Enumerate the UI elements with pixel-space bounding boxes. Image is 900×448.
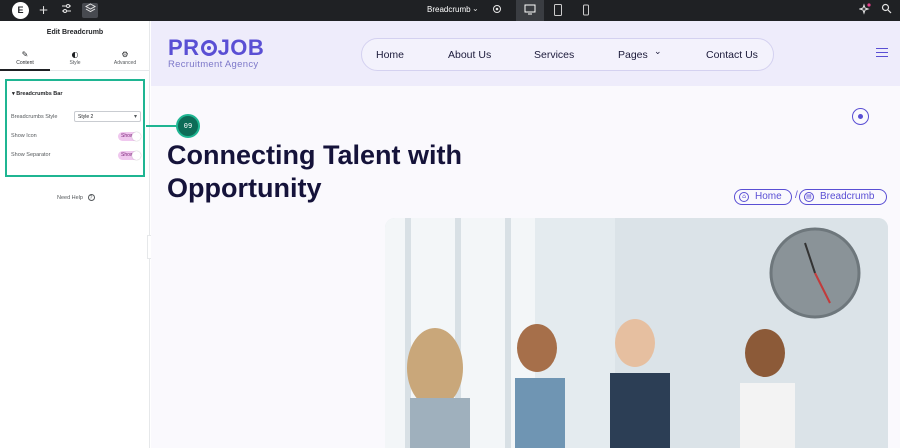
breadcrumbs-style-label: Breadcrumbs Style xyxy=(11,114,58,120)
section-title[interactable]: ▾ Breadcrumbs Bar xyxy=(12,91,62,97)
hero-title-line: Connecting Talent with xyxy=(167,140,462,170)
breadcrumb-separator: / xyxy=(795,190,798,201)
hero-image xyxy=(385,218,888,448)
structure-layers-icon[interactable] xyxy=(82,3,98,18)
page-preview: PR JOB Recruitment Agency Home About Us S… xyxy=(151,21,900,448)
pencil-icon: ✎ xyxy=(21,50,29,59)
breadcrumb-current[interactable]: ▤ Breadcrumb xyxy=(799,189,887,205)
notifications-sparkle-icon[interactable] xyxy=(857,3,872,18)
breadcrumbs-style-select[interactable]: Style 2 ▾ xyxy=(74,111,141,122)
show-icon-label: Show Icon xyxy=(11,133,37,139)
scroll-dot-button[interactable] xyxy=(852,108,869,125)
tab-label: Content xyxy=(16,60,34,66)
breadcrumb-home[interactable]: ⌂ Home xyxy=(734,189,792,205)
page-settings-icon[interactable] xyxy=(489,3,504,18)
hamburger-menu-icon[interactable] xyxy=(876,48,888,60)
nav-services[interactable]: Services xyxy=(534,49,574,61)
show-icon-toggle[interactable]: Show xyxy=(118,132,141,141)
desktop-view-icon[interactable] xyxy=(516,0,544,21)
nav-pages[interactable]: Pages xyxy=(618,49,648,61)
nav-about-us[interactable]: About Us xyxy=(448,49,491,61)
home-icon: ⌂ xyxy=(739,192,749,202)
help-icon: ? xyxy=(87,194,95,201)
need-help-link[interactable]: Need Help ? xyxy=(57,194,95,201)
search-icon[interactable] xyxy=(879,3,894,18)
callout-connector xyxy=(146,125,176,127)
hero-photo-illustration xyxy=(385,218,888,448)
editor-app: E + Breadcrumb ⌄ Edit Breadcrumb ✎ Conte… xyxy=(0,0,900,448)
editor-topbar: E + Breadcrumb ⌄ xyxy=(0,0,900,21)
gear-icon: ⚙ xyxy=(121,50,129,59)
site-header: PR JOB Recruitment Agency Home About Us S… xyxy=(151,21,900,86)
tab-advanced[interactable]: ⚙ Advanced xyxy=(100,46,150,71)
brand-tagline: Recruitment Agency xyxy=(168,59,259,70)
select-value: Style 2 xyxy=(78,114,94,120)
breadcrumbs-bar-section: ▾ Breadcrumbs Bar Breadcrumbs Style Styl… xyxy=(5,79,145,177)
nav-home[interactable]: Home xyxy=(376,49,404,61)
show-separator-toggle[interactable]: Show xyxy=(118,151,141,160)
brand-name-part: PR xyxy=(168,35,200,60)
hero-title: Connecting Talent with Opportunity xyxy=(167,139,547,205)
site-logo[interactable]: PR JOB Recruitment Agency xyxy=(168,37,264,71)
page-icon: ▤ xyxy=(804,192,814,202)
breadcrumb-label: Breadcrumb xyxy=(820,191,875,202)
breadcrumb-label: Home xyxy=(755,191,782,202)
contrast-icon: ◐ xyxy=(71,50,79,59)
logo-o-icon xyxy=(200,40,217,56)
chevron-down-icon[interactable]: ⌄ xyxy=(654,47,662,57)
chevron-down-icon: ▾ xyxy=(133,113,137,120)
settings-sliders-icon[interactable] xyxy=(59,3,74,18)
brand-name-part: JOB xyxy=(217,35,265,60)
tab-label: Advanced xyxy=(113,60,137,66)
panel-title: Edit Breadcrumb xyxy=(46,29,104,36)
main-nav: Home About Us Services Pages ⌄ Contact U… xyxy=(361,38,774,71)
need-help-text: Need Help xyxy=(57,194,83,201)
mobile-view-icon[interactable] xyxy=(572,0,600,21)
add-element-icon[interactable]: + xyxy=(36,3,51,18)
panel-tabs: ✎ Content ◐ Style ⚙ Advanced xyxy=(0,46,150,71)
brand-name: PR JOB xyxy=(168,37,264,59)
callout-number-badge: 09 xyxy=(176,114,200,138)
hero-title-line: Opportunity xyxy=(167,173,322,203)
chevron-down-icon[interactable]: ⌄ xyxy=(472,4,479,13)
elementor-logo[interactable]: E xyxy=(12,2,29,19)
tab-content[interactable]: ✎ Content xyxy=(0,46,50,71)
tab-label: Style xyxy=(69,60,81,66)
nav-contact-us[interactable]: Contact Us xyxy=(706,49,758,61)
editor-panel: Edit Breadcrumb ✎ Content ◐ Style ⚙ Adva… xyxy=(0,21,150,448)
document-title[interactable]: Breadcrumb xyxy=(427,5,471,14)
section-title-text: Breadcrumbs Bar xyxy=(16,91,63,97)
show-separator-label: Show Separator xyxy=(11,152,51,158)
tablet-view-icon[interactable] xyxy=(544,0,572,21)
tab-style[interactable]: ◐ Style xyxy=(50,46,100,71)
